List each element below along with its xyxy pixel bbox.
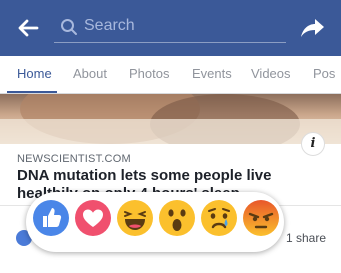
page-tabs: Home About Photos Events Videos Pos: [0, 56, 341, 94]
search-input[interactable]: Search: [54, 13, 286, 43]
share-count[interactable]: 1 share: [286, 231, 326, 245]
love-reaction-icon[interactable]: [74, 199, 112, 237]
search-icon: [60, 18, 78, 36]
link-preview-image[interactable]: [0, 94, 341, 144]
like-reaction-icon[interactable]: [32, 199, 70, 237]
tab-home[interactable]: Home: [17, 66, 52, 81]
tab-posts[interactable]: Pos: [313, 66, 335, 81]
reactions-picker: [26, 192, 284, 252]
link-source: NEWSCIENTIST.COM: [17, 153, 131, 165]
angry-reaction-icon[interactable]: [242, 199, 280, 237]
sad-reaction-icon[interactable]: [200, 199, 238, 237]
tab-photos[interactable]: Photos: [129, 66, 169, 81]
tab-videos[interactable]: Videos: [251, 66, 291, 81]
back-arrow-icon[interactable]: [14, 14, 42, 42]
search-placeholder: Search: [84, 17, 135, 34]
haha-reaction-icon[interactable]: [116, 199, 154, 237]
top-app-bar: Search: [0, 0, 341, 56]
wow-reaction-icon[interactable]: [158, 199, 196, 237]
share-arrow-icon[interactable]: [298, 14, 326, 42]
info-icon[interactable]: i: [301, 132, 325, 156]
tab-events[interactable]: Events: [192, 66, 232, 81]
tab-about[interactable]: About: [73, 66, 107, 81]
